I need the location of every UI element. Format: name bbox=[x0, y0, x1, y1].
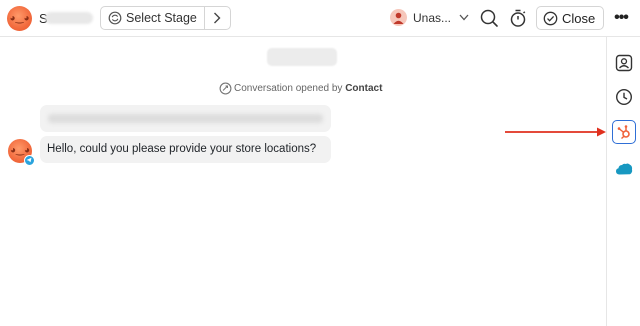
rail-salesforce-button[interactable] bbox=[612, 157, 636, 181]
annotation-arrow-icon bbox=[505, 127, 606, 137]
close-conversation-button[interactable]: Close bbox=[536, 6, 604, 30]
system-message-actor: Contact bbox=[345, 83, 383, 94]
next-stage-button[interactable] bbox=[205, 7, 231, 29]
search-icon bbox=[480, 9, 498, 27]
salesforce-icon bbox=[616, 163, 633, 175]
select-stage-button[interactable]: Select Stage bbox=[101, 7, 204, 29]
conversation-opened-icon bbox=[219, 82, 232, 95]
hubspot-icon bbox=[617, 125, 630, 140]
date-divider-redacted bbox=[267, 48, 337, 66]
contact-name-redacted bbox=[45, 12, 93, 24]
snooze-button[interactable] bbox=[507, 7, 529, 29]
unassigned-user-icon bbox=[390, 9, 407, 26]
avatar-face-icon: ◕‿◕ bbox=[9, 13, 30, 24]
message-text: Hello, could you please provide your sto… bbox=[47, 143, 317, 155]
rail-contact-button[interactable] bbox=[612, 51, 636, 75]
assignee-dropdown[interactable]: Unas... bbox=[390, 7, 472, 29]
contact-avatar[interactable]: ◕‿◕ bbox=[7, 6, 32, 31]
integrations-rail bbox=[606, 37, 640, 326]
chevron-right-icon bbox=[214, 12, 221, 24]
conversation-header: ◕‿◕ S Select Stage Unas... Close ••• bbox=[0, 0, 640, 37]
history-icon bbox=[615, 88, 633, 106]
chevron-down-icon bbox=[459, 14, 469, 21]
system-message-text: Conversation opened by Contact bbox=[234, 83, 382, 94]
message-bubble[interactable]: Hello, could you please provide your sto… bbox=[40, 136, 331, 163]
rail-history-button[interactable] bbox=[612, 85, 636, 109]
close-label: Close bbox=[562, 11, 596, 26]
more-options-button[interactable]: ••• bbox=[610, 7, 632, 29]
assignee-label: Unas... bbox=[413, 11, 452, 25]
check-circle-icon bbox=[543, 11, 558, 26]
select-stage-label: Select Stage bbox=[126, 11, 197, 25]
redacted-text bbox=[48, 114, 323, 123]
contact-icon bbox=[615, 54, 633, 72]
message-bubble-redacted[interactable] bbox=[40, 105, 331, 132]
search-button[interactable] bbox=[478, 7, 500, 29]
system-message-prefix: Conversation opened by bbox=[234, 83, 343, 94]
stage-selector: Select Stage bbox=[100, 6, 231, 30]
telegram-icon bbox=[24, 155, 35, 166]
timer-icon bbox=[510, 9, 526, 27]
rail-hubspot-button[interactable] bbox=[612, 120, 636, 144]
stage-icon bbox=[108, 11, 122, 25]
